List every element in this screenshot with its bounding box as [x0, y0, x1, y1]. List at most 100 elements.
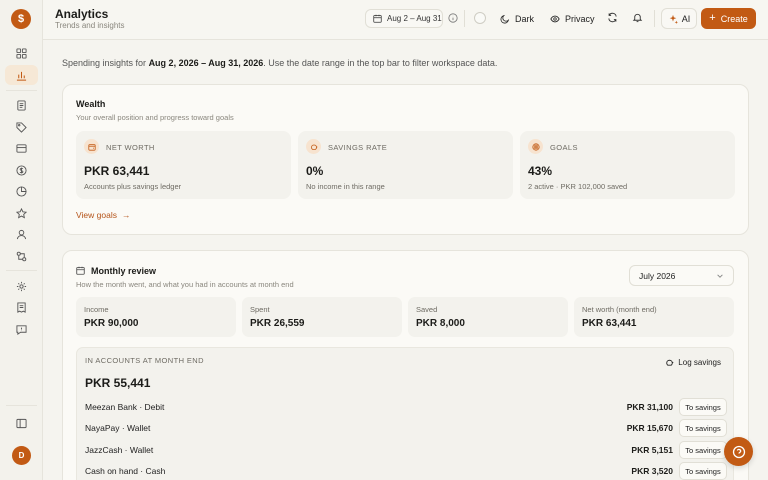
recurring-icon[interactable]: [11, 247, 32, 265]
eye-icon: [550, 15, 560, 22]
wallet-icon: [84, 139, 99, 154]
toolbar-divider: [464, 10, 465, 27]
moon-icon: [500, 14, 510, 23]
view-goals-link[interactable]: View goals →: [76, 210, 130, 220]
account-amount: PKR 31,100: [626, 402, 673, 412]
info-icon[interactable]: [448, 13, 458, 23]
sparkle-icon: [669, 14, 678, 24]
page-subtitle: Trends and insights: [55, 21, 125, 30]
summary-label: Spent: [250, 305, 270, 314]
wealth-subtitle: Your overall position and progress towar…: [76, 113, 234, 122]
refresh-icon[interactable]: [607, 12, 619, 24]
chevron-down-icon: [717, 273, 723, 278]
receipt-icon[interactable]: [11, 298, 32, 316]
ai-button[interactable]: AI: [661, 8, 697, 29]
date-range-button[interactable]: Aug 2 – Aug 31: [365, 9, 443, 28]
avatar[interactable]: D: [12, 446, 31, 465]
wealth-title: Wealth: [76, 99, 106, 109]
monthly-review-subtitle: How the month went, and what you had in …: [76, 280, 294, 289]
dashboard-icon[interactable]: [11, 44, 32, 62]
star-icon[interactable]: [11, 204, 32, 222]
create-button[interactable]: + Create: [701, 8, 756, 29]
toolbar-divider: [654, 10, 655, 27]
saved-summary: Saved PKR 8,000: [408, 297, 568, 337]
accounts-heading: IN ACCOUNTS AT MONTH END: [85, 356, 204, 365]
stat-value: 43%: [528, 164, 553, 178]
tag-icon[interactable]: [11, 118, 32, 136]
ai-label: AI: [681, 13, 691, 24]
plus-icon: +: [709, 12, 716, 24]
stat-label: SAVINGS RATE: [328, 143, 388, 152]
user-icon[interactable]: [11, 225, 32, 243]
account-amount: PKR 3,520: [631, 466, 673, 476]
stat-caption: Accounts plus savings ledger: [84, 182, 182, 191]
account-name: Cash on hand · Cash: [85, 466, 166, 476]
account-row: Meezan Bank · Debit PKR 31,100 To saving…: [85, 398, 727, 416]
dark-mode-button[interactable]: Dark: [500, 9, 534, 28]
dollar-icon[interactable]: [11, 161, 32, 179]
feedback-icon[interactable]: [11, 320, 32, 338]
dark-mode-label: Dark: [515, 13, 535, 24]
intro-date-range: Aug 2, 2026 – Aug 31, 2026: [148, 58, 264, 68]
pie-icon[interactable]: [11, 182, 32, 200]
arrow-right-icon: →: [121, 210, 131, 220]
sidebar-divider: [6, 270, 37, 271]
account-name: Meezan Bank · Debit: [85, 402, 165, 412]
piggy-bank-icon: [306, 139, 321, 154]
to-savings-button[interactable]: To savings: [679, 462, 727, 480]
status-toggle[interactable]: [474, 12, 486, 24]
account-row: NayaPay · Wallet PKR 15,670 To savings: [85, 419, 727, 437]
stat-label: GOALS: [550, 143, 578, 152]
page-title: Analytics: [55, 7, 109, 21]
stat-value: 0%: [306, 164, 324, 178]
create-label: Create: [720, 13, 748, 24]
privacy-label: Privacy: [565, 13, 595, 24]
net-worth-summary: Net worth (month end) PKR 63,441: [574, 297, 734, 337]
stat-value: PKR 63,441: [84, 164, 150, 178]
accounts-panel: IN ACCOUNTS AT MONTH END Log savings PKR…: [76, 347, 734, 480]
account-amount: PKR 15,670: [626, 423, 673, 433]
to-savings-button[interactable]: To savings: [679, 398, 727, 416]
month-select-value: July 2026: [639, 270, 676, 281]
date-range-label: Aug 2 – Aug 31: [387, 14, 442, 23]
monthly-review-title: Monthly review: [91, 266, 157, 276]
calendar-icon: [373, 14, 382, 23]
account-row: JazzCash · Wallet PKR 5,151 To savings: [85, 441, 727, 459]
privacy-button[interactable]: Privacy: [550, 9, 595, 28]
collapse-sidebar-icon[interactable]: [11, 414, 32, 432]
log-savings-label: Log savings: [678, 358, 721, 367]
month-select[interactable]: July 2026: [629, 265, 734, 286]
net-worth-stat: NET WORTH PKR 63,441 Accounts plus savin…: [76, 131, 291, 199]
bell-icon[interactable]: [632, 12, 644, 24]
help-icon: [732, 445, 745, 458]
stat-label: NET WORTH: [106, 143, 155, 152]
summary-label: Saved: [416, 305, 438, 314]
to-savings-button[interactable]: To savings: [679, 419, 727, 437]
settings-icon[interactable]: [11, 277, 32, 295]
savings-rate-stat: SAVINGS RATE 0% No income in this range: [298, 131, 513, 199]
summary-value: PKR 26,559: [250, 318, 305, 329]
spent-summary: Spent PKR 26,559: [242, 297, 402, 337]
account-amount: PKR 5,151: [631, 445, 673, 455]
account-row: Cash on hand · Cash PKR 3,520 To savings: [85, 462, 727, 480]
summary-value: PKR 63,441: [582, 318, 637, 329]
stat-caption: 2 active · PKR 102,000 saved: [528, 182, 628, 191]
view-goals-label: View goals: [76, 210, 117, 220]
transactions-icon[interactable]: [11, 96, 32, 114]
to-savings-button[interactable]: To savings: [679, 441, 727, 459]
summary-label: Net worth (month end): [582, 305, 657, 314]
analytics-icon[interactable]: [5, 65, 38, 85]
summary-value: PKR 90,000: [84, 318, 139, 329]
account-name: JazzCash · Wallet: [85, 445, 154, 455]
log-savings-button[interactable]: Log savings: [665, 358, 721, 367]
inbox-icon[interactable]: [11, 139, 32, 157]
income-summary: Income PKR 90,000: [76, 297, 236, 337]
top-bar: Analytics Trends and insights Aug 2 – Au…: [43, 0, 768, 40]
help-button[interactable]: [724, 437, 753, 466]
sidebar-divider: [6, 405, 37, 406]
piggy-bank-icon: [666, 359, 674, 366]
app-logo[interactable]: $: [11, 9, 31, 29]
stat-caption: No income in this range: [306, 182, 385, 191]
account-name: NayaPay · Wallet: [85, 423, 151, 433]
sidebar: $ D: [0, 0, 43, 480]
